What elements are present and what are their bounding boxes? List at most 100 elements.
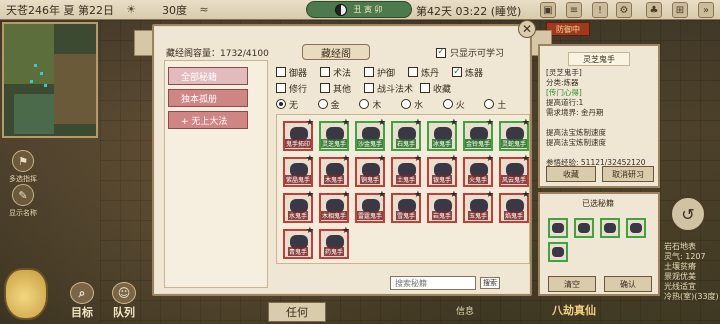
filter-checkbox[interactable] — [364, 67, 374, 77]
skill-book[interactable]: ★ 灵芝鬼手 — [319, 118, 350, 151]
arrow-icon[interactable]: » — [698, 2, 714, 18]
skill-book[interactable]: ★ 雪鬼手 — [391, 190, 422, 223]
skill-book[interactable]: ★ 金铃鬼手 — [463, 118, 494, 151]
filter-radio-1[interactable]: 金 — [317, 98, 360, 111]
skill-book[interactable]: ★ 石鬼手 — [391, 118, 422, 151]
skill-label: 风云鬼手 — [501, 175, 528, 184]
search-button[interactable]: 搜索 — [480, 277, 500, 289]
grid-icon[interactable]: ⊞ — [672, 2, 688, 18]
cancel-study-button[interactable]: 取消研习 — [602, 166, 654, 182]
filter-check-3[interactable]: 炼丹 — [408, 66, 452, 79]
skill-grid: ★ 鬼手拓印 ★ 灵芝鬼手 ★ 沙金鬼手 ★ 石鬼手 ★ 冰鬼手 ★ 金铃鬼手 ★ 灵蛇鬼手 ★ 紫晶鬼手 ★ 木… — [276, 114, 530, 264]
filter-check-3[interactable]: 收藏 — [420, 82, 464, 95]
filter-label: 木 — [372, 100, 382, 111]
category-supreme[interactable]: + 无上大法 — [168, 111, 248, 129]
filter-checkbox[interactable] — [320, 83, 330, 93]
time-of-day-indicator[interactable]: 丑 寅 卯 — [306, 1, 412, 18]
skill-book[interactable]: ★ 银鬼手 — [427, 154, 458, 187]
minimap[interactable] — [2, 22, 98, 138]
skill-book[interactable]: ★ 药鬼手 — [319, 226, 350, 259]
element-radio[interactable] — [276, 99, 286, 109]
skill-book[interactable]: ★ 灵蛇鬼手 — [499, 118, 530, 151]
gourd-icon[interactable] — [4, 268, 48, 320]
skill-book[interactable]: ★ 紫晶鬼手 — [283, 154, 314, 187]
skill-book[interactable]: ★ 岩鬼手 — [427, 190, 458, 223]
skill-book[interactable]: ★ 木相鬼手 — [319, 190, 350, 223]
filter-radio-5[interactable]: 土 — [484, 98, 526, 111]
filter-checkbox[interactable] — [364, 83, 374, 93]
filter-checkbox[interactable] — [408, 67, 418, 77]
gear-icon[interactable]: ⚙ — [616, 2, 632, 18]
skill-book[interactable]: ★ 火鬼手 — [463, 154, 494, 187]
team-button[interactable]: ☺ 队列 — [112, 282, 136, 320]
filter-checkbox[interactable] — [276, 67, 286, 77]
collect-button[interactable]: 收藏 — [546, 166, 596, 182]
element-radio[interactable] — [484, 99, 495, 109]
filter-radio-3[interactable]: 水 — [401, 98, 443, 111]
filter-check-2[interactable]: 护御 — [364, 66, 408, 79]
skill-book[interactable]: ★ 沙金鬼手 — [355, 118, 386, 151]
element-radio[interactable] — [401, 99, 412, 109]
filter-radio-0[interactable]: 无 — [276, 98, 318, 111]
selected-skill[interactable] — [626, 218, 646, 238]
skill-book[interactable]: ★ 风云鬼手 — [499, 154, 530, 187]
skill-book[interactable]: ★ 鬼手拓印 — [283, 118, 314, 151]
category-all[interactable]: 全部秘籍 — [168, 67, 248, 85]
filter-radio-2[interactable]: 木 — [359, 98, 401, 111]
skill-book[interactable]: ★ 冰鬼手 — [427, 118, 458, 151]
undo-icon[interactable]: ↺ — [670, 196, 706, 232]
info-label[interactable]: 信息 — [456, 304, 474, 317]
skill-book[interactable]: ★ 雷霆鬼手 — [355, 190, 386, 223]
task-button[interactable]: 任何 — [268, 302, 326, 322]
filter-label: 火 — [455, 100, 465, 111]
filter-check-4[interactable]: 炼器 — [452, 66, 496, 79]
skill-book[interactable]: ★ 玉鬼手 — [463, 190, 494, 223]
skill-book[interactable]: ★ 木鬼手 — [319, 154, 350, 187]
skill-book[interactable]: ★ 青鬼手 — [283, 226, 314, 259]
filter-label: 修行 — [289, 84, 308, 95]
search-input[interactable] — [390, 276, 476, 290]
filter-checkbox[interactable] — [420, 83, 430, 93]
skill-book[interactable]: ★ 土鬼手 — [391, 154, 422, 187]
element-radio[interactable] — [317, 99, 328, 109]
skill-book[interactable]: ★ 焰鬼手 — [499, 190, 530, 223]
warning-icon[interactable]: ! — [592, 2, 608, 18]
element-radio[interactable] — [359, 99, 370, 109]
category-unique[interactable]: 独本孤册 — [168, 89, 248, 107]
wind-icon[interactable]: ≈ — [197, 3, 211, 17]
deity-label[interactable]: 八劫真仙 — [552, 302, 596, 318]
skill-label: 石鬼手 — [395, 139, 416, 148]
target-button[interactable]: ⌕ 目标 — [70, 282, 94, 320]
filter-check-0[interactable]: 修行 — [276, 82, 320, 95]
day-time-text: 第42天 03:22 (睡觉) — [416, 5, 522, 18]
weather-icon[interactable]: ☀ — [124, 3, 138, 17]
filter-checkbox[interactable] — [276, 83, 286, 93]
filter-check-0[interactable]: 御器 — [276, 66, 320, 79]
star-icon: ★ — [305, 226, 314, 236]
selected-skill[interactable] — [548, 242, 568, 262]
filter-check-1[interactable]: 术法 — [320, 66, 364, 79]
skill-label: 灵芝鬼手 — [321, 139, 348, 148]
disk-icon[interactable]: ▣ — [540, 2, 556, 18]
filter-checkbox[interactable] — [452, 67, 462, 77]
filter-label: 收藏 — [433, 84, 452, 95]
multi-select-button[interactable]: ⚑ 多选指挥 — [4, 150, 42, 184]
selected-skill[interactable] — [600, 218, 620, 238]
filter-radio-4[interactable]: 火 — [442, 98, 485, 111]
close-icon[interactable]: ✕ — [518, 20, 536, 38]
filter-check-2[interactable]: 战斗法术 — [364, 82, 420, 95]
skill-book[interactable]: ★ 水鬼手 — [283, 190, 314, 223]
selected-skill[interactable] — [548, 218, 568, 238]
confirm-button[interactable]: 确认 — [604, 276, 652, 292]
selected-skill[interactable] — [574, 218, 594, 238]
only-learnable-checkbox[interactable] — [436, 47, 446, 58]
list-icon[interactable]: ≡ — [566, 2, 582, 18]
element-radio[interactable] — [442, 99, 453, 109]
tree-icon[interactable]: ♣ — [646, 2, 662, 18]
skill-book[interactable]: ★ 铜鬼手 — [355, 154, 386, 187]
filter-check-1[interactable]: 其他 — [320, 82, 364, 95]
show-names-button[interactable]: ✎ 显示名称 — [4, 184, 42, 218]
filter-checkbox[interactable] — [320, 67, 330, 77]
clear-button[interactable]: 清空 — [548, 276, 596, 292]
only-learnable-toggle[interactable]: 只显示可学习 — [436, 46, 504, 59]
